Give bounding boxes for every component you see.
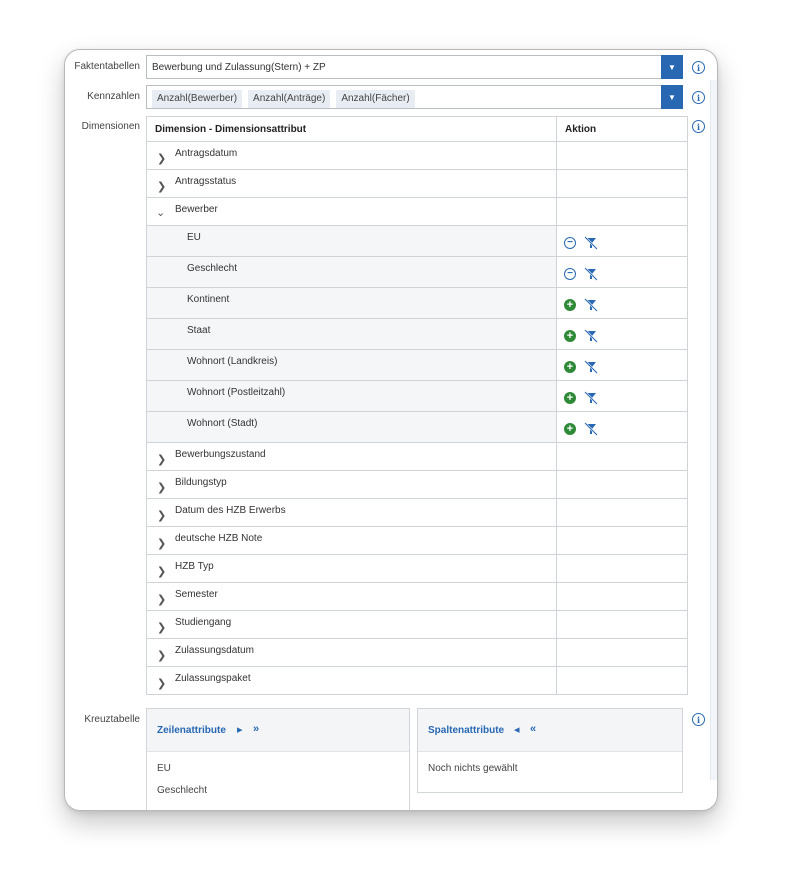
dimension-row[interactable]: ❯ Zulassungspaket bbox=[146, 666, 688, 695]
column-attributes-title: Spaltenattribute bbox=[428, 725, 505, 736]
dimension-label: Bewerbungszustand bbox=[175, 449, 266, 460]
dimension-row[interactable]: ❯ Semester bbox=[146, 582, 688, 611]
attribute-label: Wohnort (Stadt) bbox=[187, 418, 258, 429]
info-icon[interactable]: i bbox=[692, 91, 705, 104]
info-icon[interactable]: i bbox=[692, 61, 705, 74]
column-attributes-empty-text: Noch nichts gewählt bbox=[428, 763, 518, 774]
row-attributes-title: Zeilenattribute bbox=[157, 725, 226, 736]
fact-tables-label: Faktentabellen bbox=[74, 61, 140, 72]
info-icon[interactable]: i bbox=[692, 713, 705, 726]
dimension-row[interactable]: ❯ Zulassungsdatum bbox=[146, 638, 688, 667]
report-config-panel: Faktentabellen Bewerbung und Zulassung(S… bbox=[64, 49, 718, 811]
attribute-row: Geschlecht − bbox=[146, 256, 688, 288]
filter-remove-icon[interactable] bbox=[584, 391, 598, 405]
plus-circle-icon[interactable]: + bbox=[564, 330, 576, 342]
filter-remove-icon[interactable] bbox=[584, 422, 598, 436]
filter-remove-icon[interactable] bbox=[584, 360, 598, 374]
key-figures-select[interactable]: Anzahl(Bewerber) Anzahl(Anträge) Anzahl(… bbox=[146, 85, 683, 109]
double-chevron-right-icon[interactable]: » bbox=[253, 723, 259, 735]
dimension-row[interactable]: ❯ Antragsdatum bbox=[146, 141, 688, 170]
attribute-row: Staat + bbox=[146, 318, 688, 350]
attribute-row: EU − bbox=[146, 225, 688, 257]
dimension-label: Antragsstatus bbox=[175, 176, 237, 187]
key-figure-chip[interactable]: Anzahl(Fächer) bbox=[336, 90, 415, 108]
chevron-right-icon[interactable]: ❯ bbox=[157, 180, 166, 193]
dimensions-label: Dimensionen bbox=[81, 121, 140, 132]
attribute-row: Wohnort (Postleitzahl) + bbox=[146, 380, 688, 412]
attribute-label: Geschlecht bbox=[187, 263, 238, 274]
dimension-row[interactable]: ❯ Antragsstatus bbox=[146, 169, 688, 198]
filter-remove-icon[interactable] bbox=[584, 298, 598, 312]
attribute-label: EU bbox=[187, 232, 201, 243]
chevron-left-icon[interactable]: ◂ bbox=[514, 723, 520, 736]
chevron-right-icon[interactable]: ❯ bbox=[157, 152, 166, 165]
dimension-label: HZB Typ bbox=[175, 561, 214, 572]
column-attributes-panel: Spaltenattribute ◂ « Noch nichts gewählt bbox=[417, 708, 683, 793]
fact-table-value: Bewerbung und Zulassung(Stern) + ZP bbox=[152, 62, 326, 73]
dimension-label: Zulassungsdatum bbox=[175, 645, 254, 656]
column-header-action: Aktion bbox=[556, 116, 688, 142]
dimension-row[interactable]: ❯ Datum des HZB Erwerbs bbox=[146, 498, 688, 527]
chevron-right-icon[interactable]: ❯ bbox=[157, 677, 166, 690]
chevron-right-icon[interactable]: ▸ bbox=[237, 723, 243, 736]
dimension-row[interactable]: ❯ Studiengang bbox=[146, 610, 688, 639]
chevron-right-icon[interactable]: ❯ bbox=[157, 509, 166, 522]
row-attributes-panel: Zeilenattribute ▸ » EU Geschlecht bbox=[146, 708, 410, 810]
chevron-right-icon[interactable]: ❯ bbox=[157, 453, 166, 466]
dimension-label: Semester bbox=[175, 589, 218, 600]
dimension-label: Antragsdatum bbox=[175, 148, 238, 159]
minus-circle-icon[interactable]: − bbox=[564, 268, 576, 280]
filter-remove-icon[interactable] bbox=[584, 267, 598, 281]
plus-circle-icon[interactable]: + bbox=[564, 392, 576, 404]
chevron-right-icon[interactable]: ❯ bbox=[157, 481, 166, 494]
dimension-label: deutsche HZB Note bbox=[175, 533, 263, 544]
attribute-label: Wohnort (Postleitzahl) bbox=[187, 387, 286, 398]
crosstab-label: Kreuztabelle bbox=[84, 714, 140, 725]
chevron-down-icon[interactable]: ⌄ bbox=[156, 206, 165, 219]
row-attribute-item[interactable]: Geschlecht bbox=[157, 784, 399, 806]
chevron-down-icon[interactable]: ▼ bbox=[661, 55, 683, 79]
chevron-right-icon[interactable]: ❯ bbox=[157, 537, 166, 550]
chevron-right-icon[interactable]: ❯ bbox=[157, 565, 166, 578]
dimension-table: Dimension - Dimensionsattribut Aktion ❯ A… bbox=[146, 116, 688, 695]
row-attribute-item[interactable]: EU bbox=[157, 762, 399, 784]
chevron-down-icon[interactable]: ▼ bbox=[661, 85, 683, 109]
attribute-row: Kontinent + bbox=[146, 287, 688, 319]
dimension-label: Datum des HZB Erwerbs bbox=[175, 505, 286, 516]
dimension-label: Studiengang bbox=[175, 617, 232, 628]
attribute-label: Staat bbox=[187, 325, 211, 336]
dimension-label: Bewerber bbox=[175, 204, 218, 215]
dimension-row[interactable]: ❯ Bildungstyp bbox=[146, 470, 688, 499]
filter-remove-icon[interactable] bbox=[584, 236, 598, 250]
plus-circle-icon[interactable]: + bbox=[564, 361, 576, 373]
dimension-label: Zulassungspaket bbox=[175, 673, 251, 684]
fact-table-select[interactable]: Bewerbung und Zulassung(Stern) + ZP ▼ bbox=[146, 55, 683, 79]
chevron-right-icon[interactable]: ❯ bbox=[157, 593, 166, 606]
dimension-row-expanded[interactable]: ⌄ Bewerber bbox=[146, 197, 688, 226]
attribute-row: Wohnort (Landkreis) + bbox=[146, 349, 688, 381]
column-header-dimension: Dimension - Dimensionsattribut bbox=[146, 116, 557, 142]
plus-circle-icon[interactable]: + bbox=[564, 423, 576, 435]
key-figure-chip[interactable]: Anzahl(Bewerber) bbox=[152, 90, 243, 108]
chevron-right-icon[interactable]: ❯ bbox=[157, 621, 166, 634]
key-figures-label: Kennzahlen bbox=[87, 91, 140, 102]
dimension-row[interactable]: ❯ Bewerbungszustand bbox=[146, 442, 688, 471]
chevron-right-icon[interactable]: ❯ bbox=[157, 649, 166, 662]
dimension-row[interactable]: ❯ HZB Typ bbox=[146, 554, 688, 583]
attribute-label: Wohnort (Landkreis) bbox=[187, 356, 278, 367]
dimension-row[interactable]: ❯ deutsche HZB Note bbox=[146, 526, 688, 555]
minus-circle-icon[interactable]: − bbox=[564, 237, 576, 249]
attribute-label: Kontinent bbox=[187, 294, 230, 305]
info-icon[interactable]: i bbox=[692, 120, 705, 133]
filter-remove-icon[interactable] bbox=[584, 329, 598, 343]
double-chevron-left-icon[interactable]: « bbox=[530, 723, 536, 735]
attribute-row: Wohnort (Stadt) + bbox=[146, 411, 688, 443]
key-figure-chip[interactable]: Anzahl(Anträge) bbox=[248, 90, 331, 108]
plus-circle-icon[interactable]: + bbox=[564, 299, 576, 311]
dimension-label: Bildungstyp bbox=[175, 477, 227, 488]
